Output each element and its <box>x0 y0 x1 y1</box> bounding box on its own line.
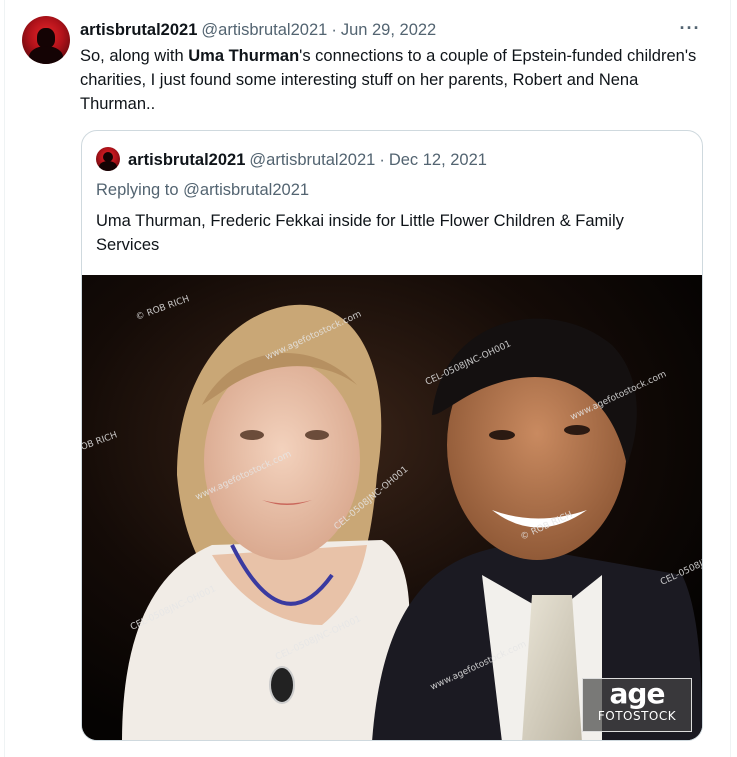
tweet-date[interactable]: Jun 29, 2022 <box>341 21 436 40</box>
tweet-text-part: So, along with <box>80 47 189 65</box>
avatar[interactable] <box>22 16 70 64</box>
more-options-icon[interactable]: ··· <box>678 16 702 40</box>
user-handle[interactable]: @artisbrutal2021 <box>201 21 327 40</box>
separator-dot: · <box>331 20 337 39</box>
separator-dot: · <box>379 150 385 169</box>
tweet-header: artisbrutal2021 @artisbrutal2021 · Jun 2… <box>80 19 436 41</box>
tweet-photo[interactable]: © ROB RICH www.agefotostock.com CEL-0508… <box>82 275 702 740</box>
tweet-text-bold: Uma Thurman <box>188 47 300 65</box>
agefotostock-logo: age FOTOSTOCK <box>582 678 692 732</box>
quoted-display-name: artisbrutal2021 <box>128 150 246 169</box>
logo-subtext: FOTOSTOCK <box>597 709 677 723</box>
quoted-text: Uma Thurman, Frederic Fekkai inside for … <box>96 212 624 254</box>
quoted-avatar <box>96 147 120 171</box>
display-name[interactable]: artisbrutal2021 <box>80 21 197 40</box>
logo-wordmark: age <box>609 677 666 710</box>
photo-illustration: © ROB RICH www.agefotostock.com CEL-0508… <box>82 275 702 740</box>
avatar-head <box>37 28 55 48</box>
quoted-date: Dec 12, 2021 <box>388 150 487 169</box>
avatar-shoulders <box>29 46 63 64</box>
avatar-shoulders <box>99 161 117 171</box>
replying-label: Replying to <box>96 181 184 199</box>
replying-to: Replying to @artisbrutal2021 <box>96 181 309 200</box>
tweet-text: So, along with Uma Thurman's connections… <box>80 44 710 116</box>
quoted-tweet[interactable]: artisbrutal2021 @artisbrutal2021 · Dec 1… <box>81 130 703 741</box>
quoted-header: artisbrutal2021 @artisbrutal2021 · Dec 1… <box>128 149 487 171</box>
quoted-handle: @artisbrutal2021 <box>249 150 376 169</box>
replying-handle[interactable]: @artisbrutal2021 <box>183 181 309 199</box>
